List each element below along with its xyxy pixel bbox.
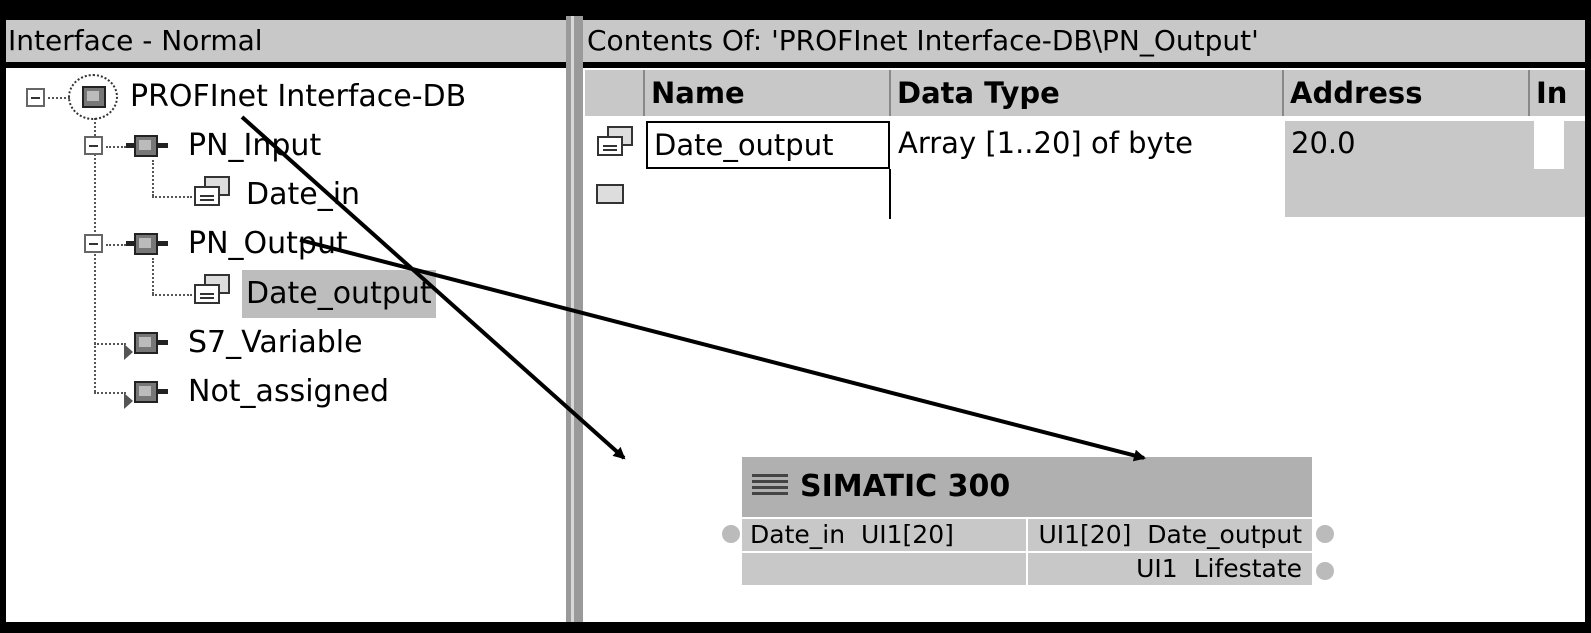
- arrow-date-output-to-block: [299, 238, 1146, 462]
- arrow-date-in-to-block: [240, 115, 626, 460]
- annotation-arrows: [240, 115, 1146, 462]
